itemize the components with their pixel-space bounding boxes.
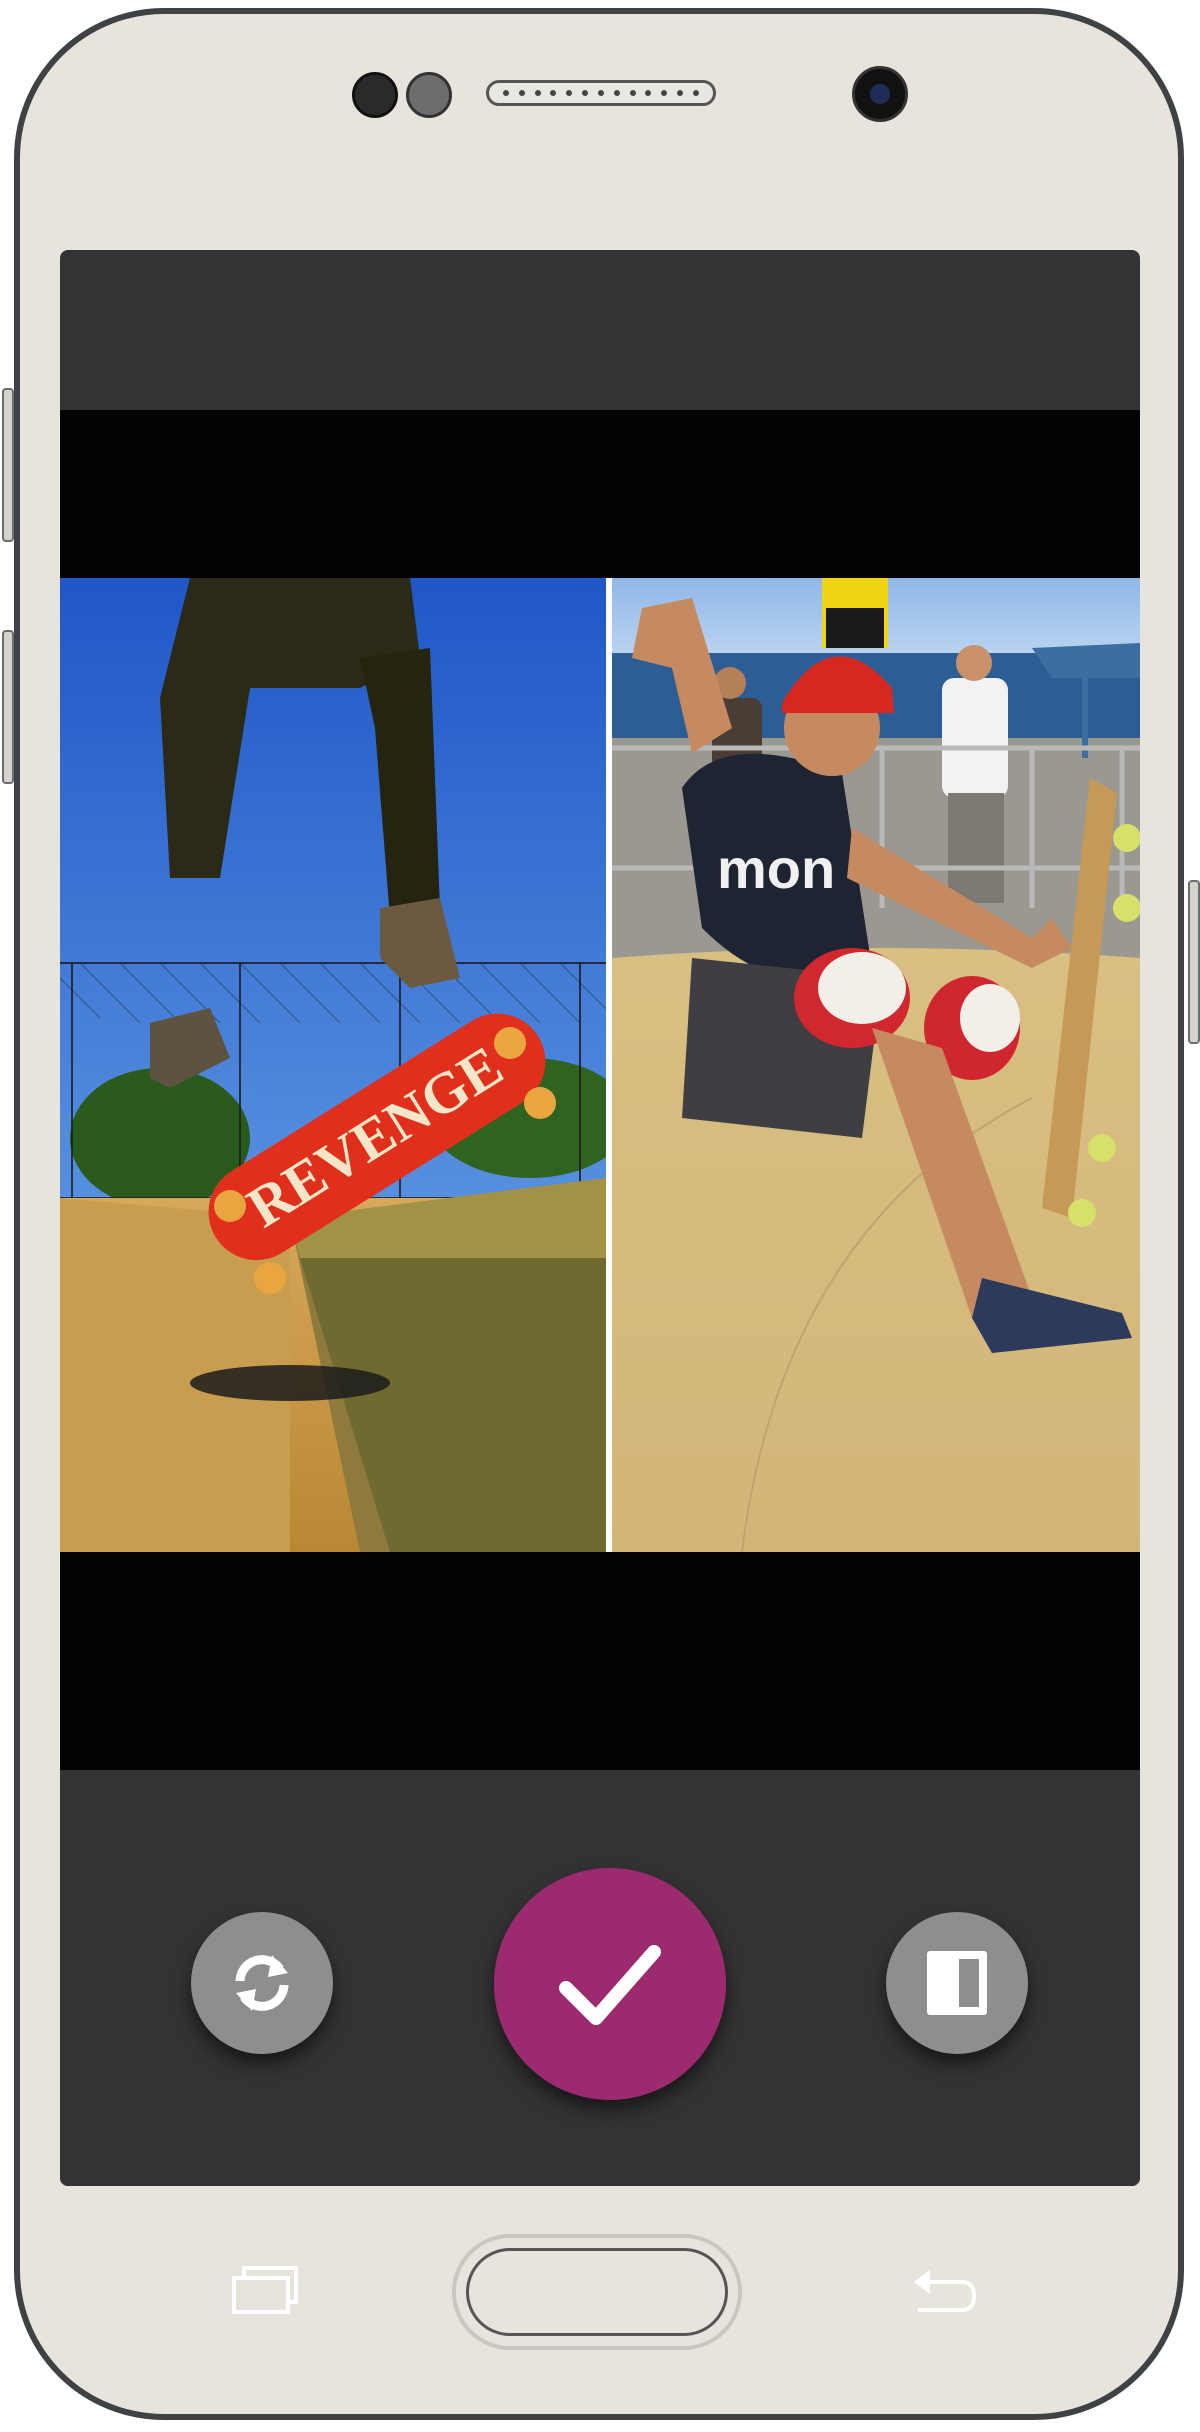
layout-button[interactable] bbox=[886, 1912, 1028, 2054]
front-camera-icon bbox=[852, 66, 908, 122]
app-screen: REVENGE mon bbox=[60, 250, 1140, 2186]
earpiece-speaker bbox=[486, 80, 716, 106]
back-icon bbox=[914, 2270, 977, 2312]
refresh-icon bbox=[235, 1955, 289, 2011]
confirm-button[interactable] bbox=[494, 1868, 726, 2100]
recents-button[interactable] bbox=[230, 2262, 302, 2318]
phone-power-button bbox=[1188, 880, 1200, 1044]
editor-toolbar bbox=[60, 1770, 1140, 2186]
swap-photos-button[interactable] bbox=[191, 1912, 333, 2054]
skateboard-photo-icon: REVENGE bbox=[60, 578, 606, 1552]
front-sensor-icon bbox=[352, 72, 398, 118]
svg-text:mon: mon bbox=[717, 837, 835, 900]
back-button[interactable] bbox=[908, 2266, 980, 2318]
phone-side-button-top bbox=[2, 388, 14, 542]
collage-preview: REVENGE mon bbox=[60, 410, 1140, 1770]
phone-side-button-bottom bbox=[2, 630, 14, 784]
home-button-inner bbox=[466, 2248, 728, 2336]
skater-ramp-photo-icon: mon bbox=[612, 578, 1140, 1552]
home-button[interactable] bbox=[452, 2234, 742, 2350]
checkmark-icon bbox=[559, 1945, 661, 2025]
recents-icon bbox=[232, 2266, 298, 2314]
right-photo[interactable]: mon bbox=[612, 578, 1140, 1552]
proximity-sensor-icon bbox=[406, 72, 452, 118]
layout-split-icon bbox=[927, 1951, 987, 2015]
left-photo[interactable]: REVENGE bbox=[60, 578, 606, 1552]
